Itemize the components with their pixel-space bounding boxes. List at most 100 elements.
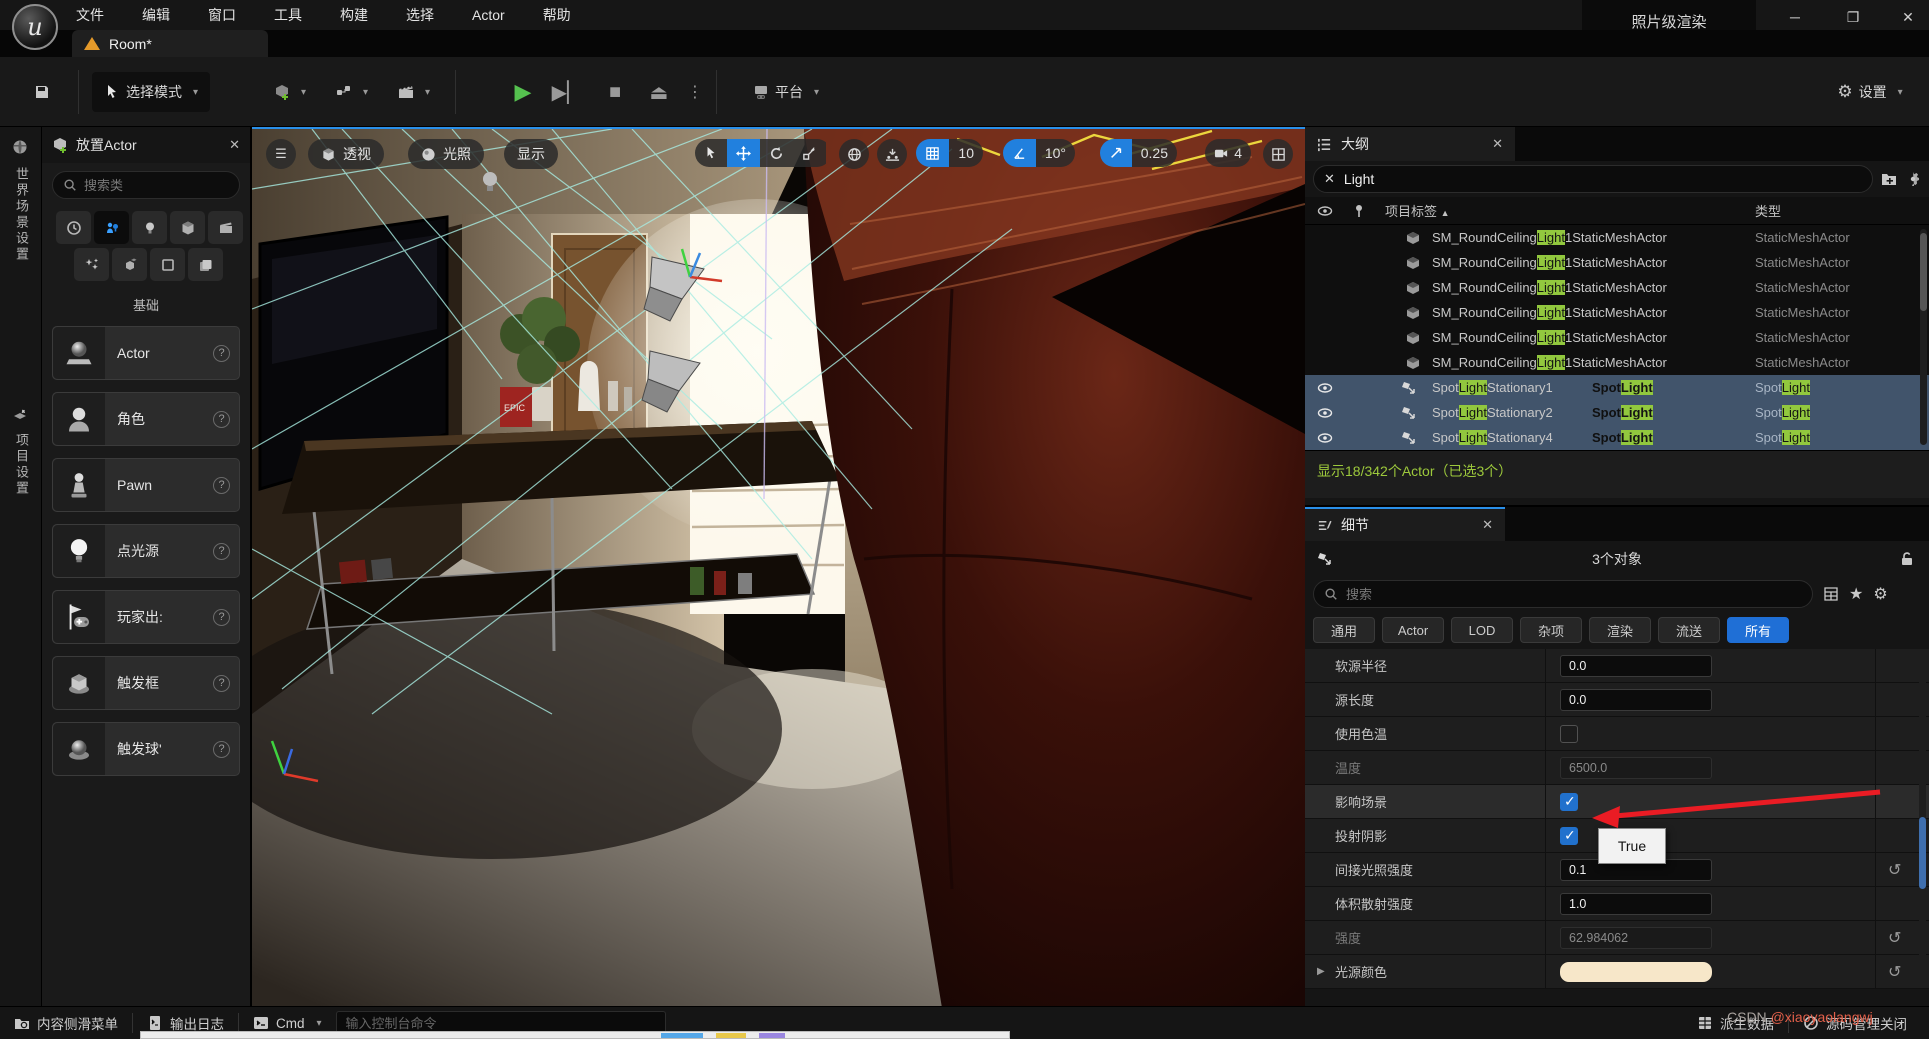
details-search[interactable] [1313, 580, 1813, 608]
scale-tool[interactable] [793, 139, 826, 167]
outliner-row[interactable]: SM_RoundCeilingLight1StaticMeshActor Sta… [1305, 225, 1929, 250]
place-item-actor[interactable]: Actor ? [52, 326, 240, 380]
outliner-search[interactable]: ✕ [1313, 165, 1873, 193]
world-settings-icon[interactable] [12, 139, 28, 158]
viewport-options-menu[interactable]: ☰ [266, 139, 296, 169]
tab-volumes[interactable] [150, 248, 185, 281]
place-item-trigger-box[interactable]: 触发框 ? [52, 656, 240, 710]
scale-snap-value[interactable]: 0.25 [1132, 139, 1177, 167]
favorites-star-icon[interactable]: ★ [1849, 584, 1863, 604]
tab-basic[interactable] [94, 211, 129, 244]
rotation-snap-toggle[interactable] [1003, 139, 1036, 167]
eye-icon[interactable] [1317, 430, 1333, 446]
view-mode-dropdown[interactable]: 光照 [408, 139, 484, 169]
settings-dropdown[interactable]: ⚙ 设置▾ [1822, 72, 1918, 112]
create-folder-icon[interactable] [1881, 171, 1897, 187]
source-length-input[interactable] [1560, 689, 1712, 711]
filter-general[interactable]: 通用 [1313, 617, 1375, 643]
surface-snapping-toggle[interactable] [877, 139, 907, 169]
rotation-snap-value[interactable]: 10° [1036, 139, 1075, 167]
eject-button[interactable]: ⏏ [641, 72, 677, 112]
filter-rendering[interactable]: 渲染 [1589, 617, 1651, 643]
reset-to-default-icon[interactable]: ↺ [1888, 962, 1901, 982]
use-temperature-checkbox[interactable] [1560, 725, 1578, 743]
details-settings-gear-icon[interactable]: ⚙ [1873, 584, 1887, 604]
tab-all-classes[interactable] [188, 248, 223, 281]
details-search-input[interactable] [1346, 587, 1802, 602]
close-button[interactable]: ✕ [1893, 6, 1923, 28]
blueprints-dropdown[interactable]: ▾ [324, 72, 380, 112]
place-item-character[interactable]: 角色 ? [52, 392, 240, 446]
menu-build[interactable]: 构建 [336, 3, 372, 27]
content-drawer-button[interactable]: 内容侧滑菜单 [0, 1007, 132, 1039]
light-color-swatch[interactable] [1560, 962, 1712, 982]
clear-search-icon[interactable]: ✕ [1324, 171, 1335, 187]
unlock-icon[interactable] [1899, 551, 1915, 567]
outliner-row-selected[interactable]: SpotLightStationary1 SpotLight SpotLight [1305, 375, 1929, 400]
close-icon[interactable]: ✕ [1482, 517, 1493, 533]
outliner-search-input[interactable] [1344, 171, 1862, 187]
menu-edit[interactable]: 编辑 [138, 3, 174, 27]
menu-select[interactable]: 选择 [402, 3, 438, 27]
intensity-input[interactable] [1560, 927, 1712, 949]
camera-speed-button[interactable]: 4 [1205, 139, 1251, 167]
tab-recent[interactable] [56, 211, 91, 244]
column-type[interactable]: 类型 [1755, 201, 1781, 220]
menu-window[interactable]: 窗口 [204, 3, 240, 27]
sidebar-item-world-settings[interactable]: 世界场景设置 [12, 167, 31, 263]
grid-snap-value[interactable]: 10 [949, 139, 983, 167]
expander-arrow-icon[interactable]: ▶ [1317, 966, 1325, 977]
tab-geometry[interactable] [112, 248, 147, 281]
place-search[interactable] [52, 171, 240, 199]
outliner-row[interactable]: SM_RoundCeilingLight1StaticMeshActor Sta… [1305, 250, 1929, 275]
select-mode-dropdown[interactable]: 选择模式▾ [92, 72, 210, 112]
filter-lod[interactable]: LOD [1451, 617, 1513, 643]
cast-shadows-checkbox[interactable] [1560, 827, 1578, 845]
soft-source-radius-input[interactable] [1560, 655, 1712, 677]
menu-actor[interactable]: Actor [468, 5, 509, 25]
visibility-column-icon[interactable] [1317, 203, 1333, 219]
close-icon[interactable]: ✕ [229, 137, 240, 153]
save-button[interactable] [20, 72, 64, 112]
tab-outliner[interactable]: 大纲 ✕ [1305, 127, 1515, 161]
place-item-point-light[interactable]: 点光源 ? [52, 524, 240, 578]
show-dropdown[interactable]: 显示 [504, 139, 558, 169]
outliner-row[interactable]: SM_RoundCeilingLight1StaticMeshActor Sta… [1305, 350, 1929, 375]
outliner-settings-icon[interactable] [1905, 171, 1921, 187]
sidebar-item-project-settings[interactable]: 项目设置 [12, 433, 31, 497]
tab-lights[interactable] [132, 211, 167, 244]
place-search-input[interactable] [84, 178, 229, 193]
menu-help[interactable]: 帮助 [539, 3, 575, 27]
reset-to-default-icon[interactable]: ↺ [1888, 928, 1901, 948]
tab-details[interactable]: 细节 ✕ [1305, 507, 1505, 541]
volumetric-scattering-input[interactable] [1560, 893, 1712, 915]
filter-actor[interactable]: Actor [1382, 617, 1444, 643]
scale-snap-toggle[interactable] [1100, 139, 1132, 167]
filter-misc[interactable]: 杂项 [1520, 617, 1582, 643]
maximize-viewport-toggle[interactable] [1263, 139, 1293, 169]
details-scroll-thumb[interactable] [1919, 817, 1926, 889]
stop-button[interactable]: ■ [597, 72, 633, 112]
filter-streaming[interactable]: 流送 [1658, 617, 1720, 643]
eye-icon[interactable] [1317, 380, 1333, 396]
tab-shapes[interactable] [170, 211, 205, 244]
minimize-button[interactable]: ─ [1780, 6, 1810, 28]
outliner-row-selected[interactable]: SpotLightStationary4 SpotLight SpotLight [1305, 425, 1929, 450]
move-tool[interactable] [727, 139, 760, 167]
viewport[interactable]: EPIC [252, 127, 1305, 1006]
place-item-player-start[interactable]: 玩家出: ? [52, 590, 240, 644]
outliner-row-selected[interactable]: SpotLightStationary2 SpotLight SpotLight [1305, 400, 1929, 425]
platforms-dropdown[interactable]: 平台▾ [736, 72, 836, 112]
outliner-row[interactable]: SM_RoundCeilingLight1StaticMeshActor Sta… [1305, 275, 1929, 300]
temperature-input[interactable] [1560, 757, 1712, 779]
cinematics-dropdown[interactable]: ▾ [386, 72, 442, 112]
column-item-label[interactable]: 项目标签 ▲ [1385, 201, 1450, 220]
rotate-tool[interactable] [760, 139, 793, 167]
pin-column-icon[interactable] [1351, 203, 1367, 219]
play-button[interactable]: ▶ [505, 72, 541, 112]
outliner-scroll-thumb[interactable] [1920, 233, 1927, 311]
affects-world-checkbox[interactable] [1560, 793, 1578, 811]
tab-cinematic[interactable] [208, 211, 243, 244]
add-actor-dropdown[interactable]: ▾ [262, 72, 318, 112]
place-item-pawn[interactable]: Pawn ? [52, 458, 240, 512]
